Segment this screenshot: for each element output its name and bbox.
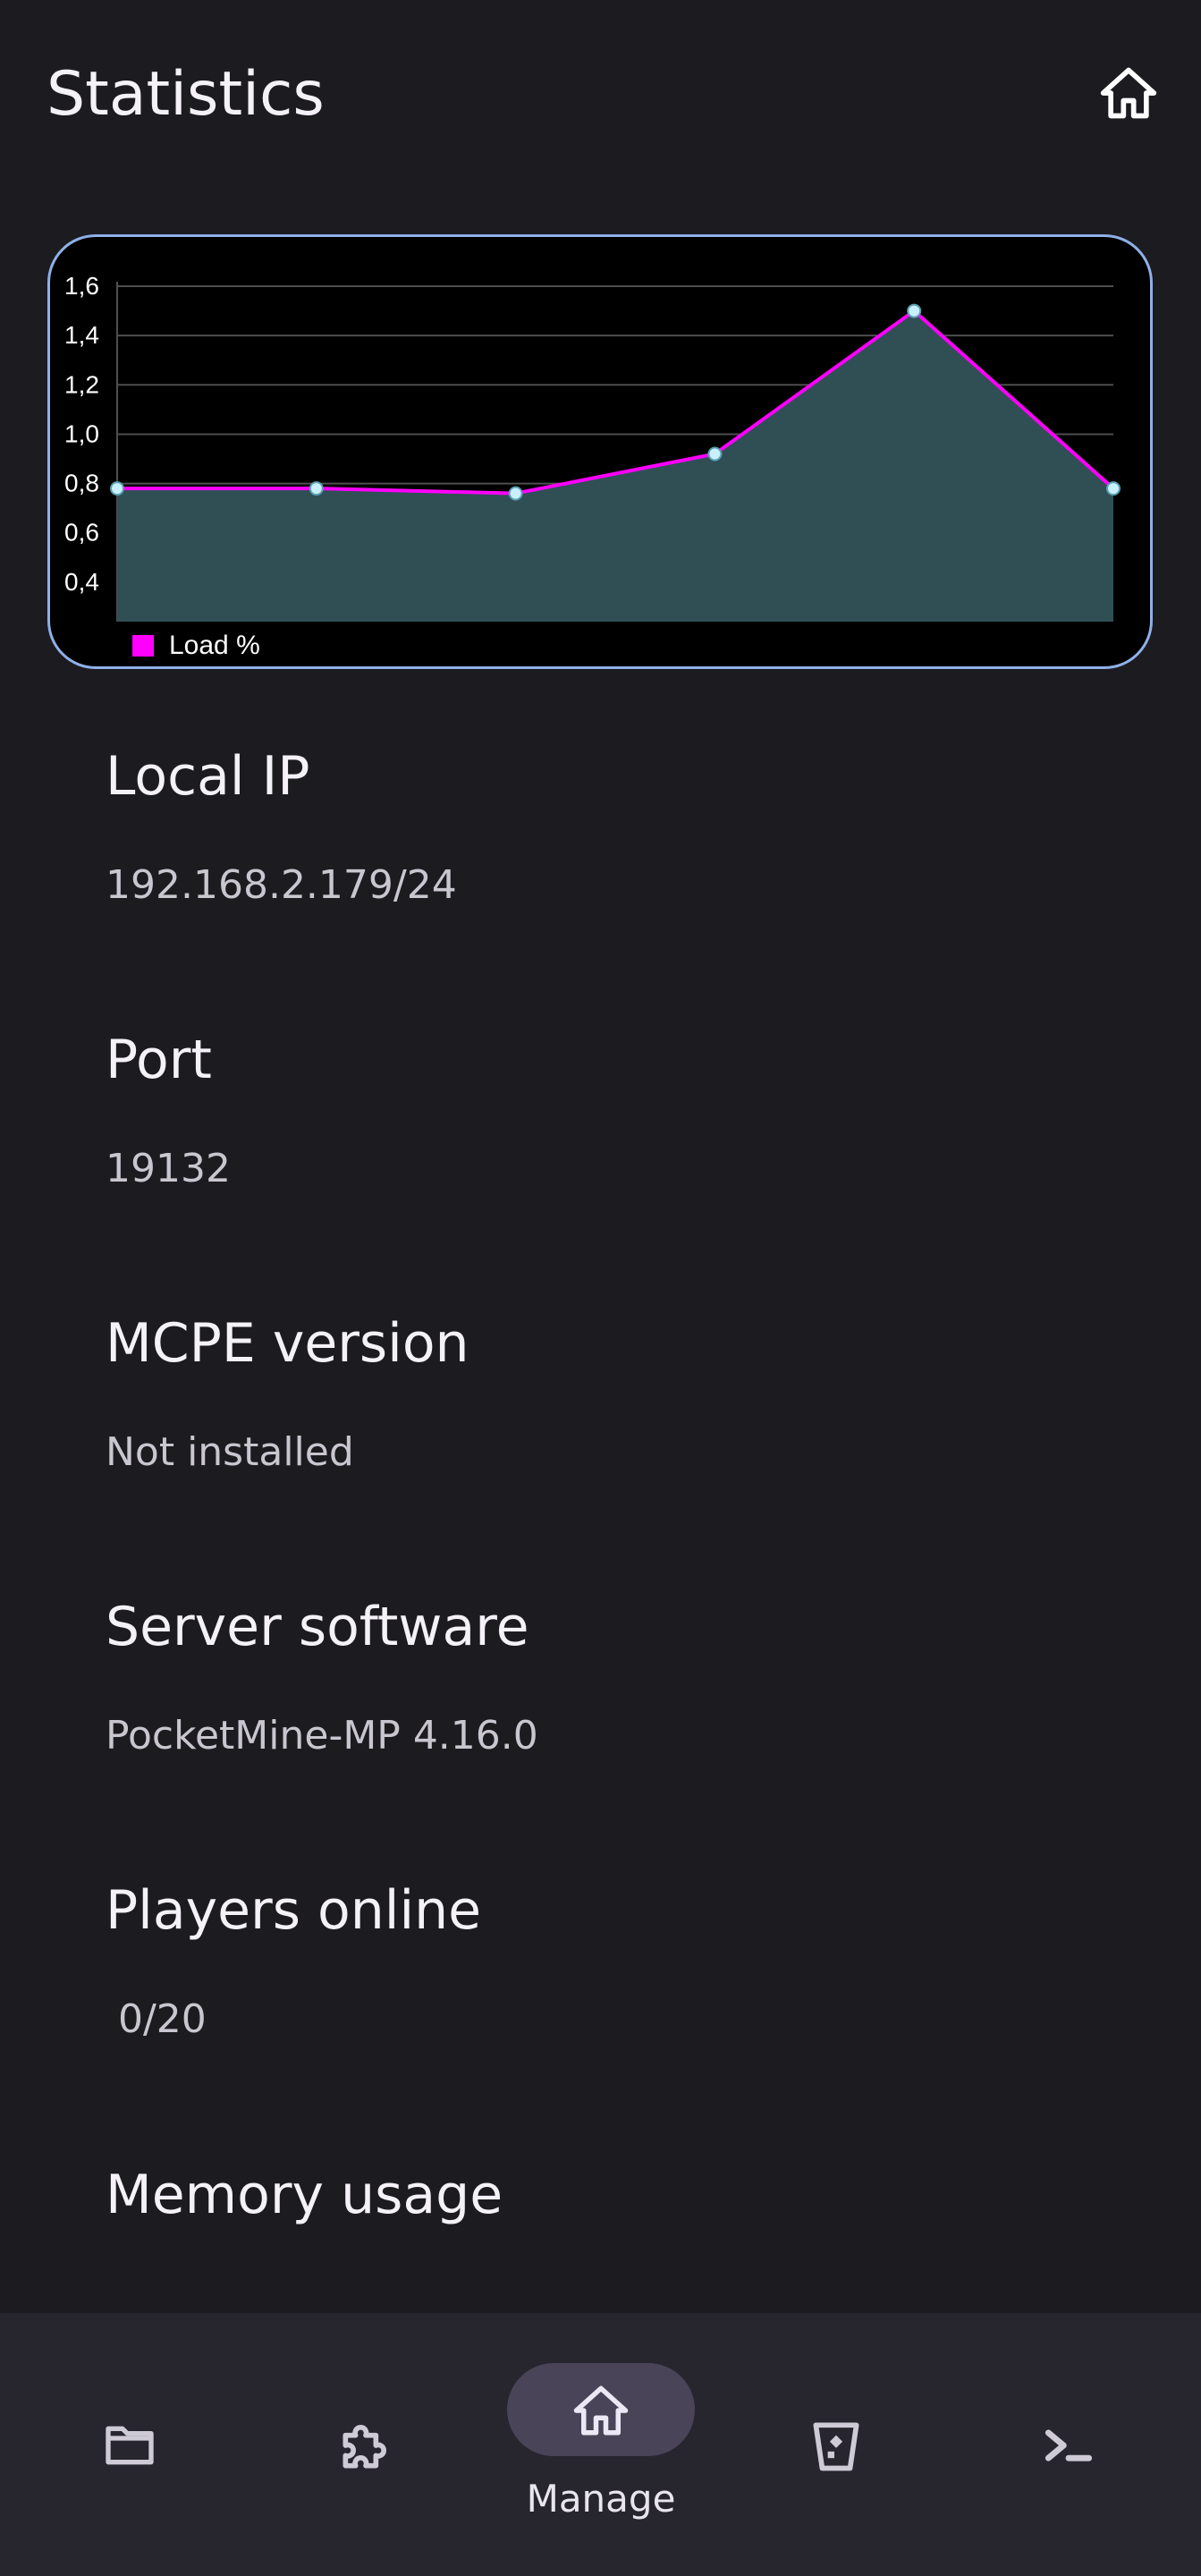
legend-label: Load % <box>169 631 260 660</box>
page-title: Statistics <box>47 59 325 130</box>
stat-value: PocketMine-MP 4.16.0 <box>106 1713 538 1758</box>
y-tick-label: 1,4 <box>64 321 99 349</box>
data-point <box>907 303 922 318</box>
puzzle-icon <box>343 2425 386 2469</box>
stat-label: MCPE version <box>106 1312 469 1375</box>
stat-value: 0/20 <box>106 1996 207 2042</box>
bucket-icon <box>813 2422 859 2471</box>
data-point <box>110 481 124 496</box>
stat-players-online: Players online 0/20 <box>106 1878 481 2045</box>
stat-value: Not installed <box>106 1429 354 1475</box>
stat-label: Server software <box>106 1596 529 1658</box>
stat-mcpe-version: MCPE version Not installed <box>106 1311 469 1478</box>
bottom-navigation <box>0 2313 1201 2576</box>
folder-icon <box>106 2426 154 2465</box>
stat-label: Memory usage <box>106 2164 503 2226</box>
data-point <box>508 486 523 501</box>
y-tick-label: 1,2 <box>64 370 99 398</box>
stat-port: Port 19132 <box>106 1028 231 1194</box>
stat-label: Port <box>106 1029 212 1091</box>
y-tick-label: 0,8 <box>64 470 99 497</box>
stat-value: 19132 <box>106 1146 231 1191</box>
stat-label: Players online <box>106 1879 482 1942</box>
load-chart-svg: 1,6 1,4 1,2 1,0 0,8 0,6 0,4 Load % <box>64 272 1121 660</box>
y-tick-label: 1,0 <box>64 419 99 447</box>
y-tick-label: 1,6 <box>64 272 99 300</box>
data-point <box>1106 481 1121 496</box>
y-tick-label: 0,4 <box>64 568 99 596</box>
nav-item-resources[interactable] <box>760 2313 912 2576</box>
data-point <box>309 481 324 496</box>
stat-value: 192.168.2.179/24 <box>106 862 457 908</box>
stat-local-ip: Local IP 192.168.2.179/24 <box>106 744 457 911</box>
stat-server-software: Server software PocketMine-MP 4.16.0 <box>106 1595 538 1761</box>
data-point <box>707 446 723 462</box>
stat-label: Local IP <box>106 745 310 808</box>
nav-item-plugins[interactable] <box>288 2313 440 2576</box>
nav-item-files[interactable] <box>54 2313 206 2576</box>
nav-item-manage[interactable] <box>501 2313 701 2576</box>
home-icon <box>573 2385 629 2436</box>
home-icon[interactable] <box>1098 63 1159 123</box>
legend-swatch <box>132 635 154 657</box>
nav-label-manage: Manage <box>526 2477 676 2521</box>
y-tick-label: 0,6 <box>64 519 99 547</box>
nav-item-console[interactable] <box>993 2313 1145 2576</box>
stat-memory-usage: Memory usage <box>106 2163 503 2227</box>
load-chart: 1,6 1,4 1,2 1,0 0,8 0,6 0,4 Load % <box>47 234 1153 669</box>
terminal-icon <box>1045 2429 1093 2462</box>
top-app-bar: Statistics <box>0 0 1201 188</box>
